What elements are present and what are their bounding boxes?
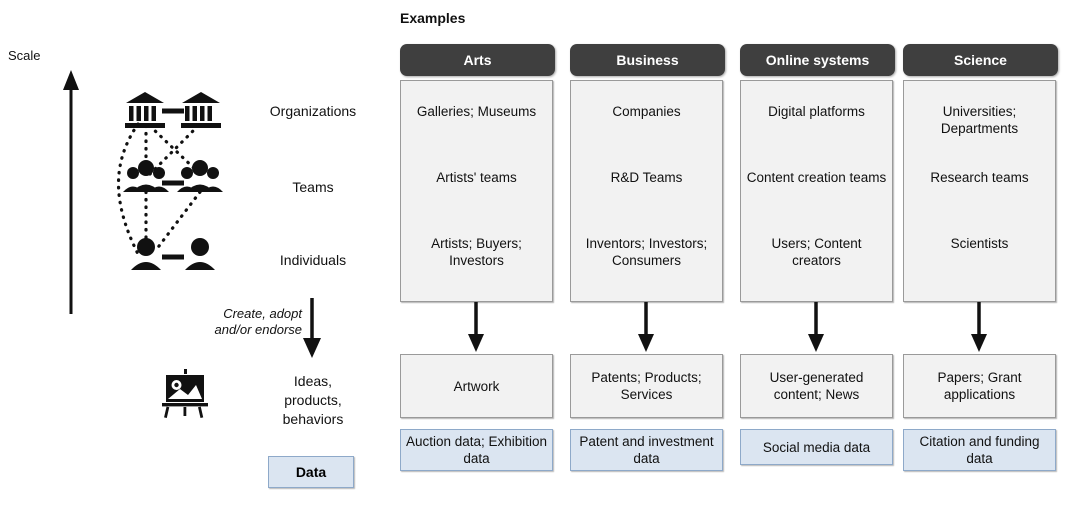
data-box-arts: Auction data; Exhibition data <box>400 429 553 471</box>
data-legend-box: Data <box>268 456 354 488</box>
cell-teams: R&D Teams <box>610 170 683 185</box>
cell-organizations: Galleries; Museums <box>416 104 537 119</box>
column-connector-arts <box>400 302 553 354</box>
output-box-arts: Artwork <box>400 354 553 418</box>
scale-axis-label: Scale <box>8 48 41 63</box>
column-header-business[interactable]: Business <box>570 44 725 76</box>
column-connector-science <box>903 302 1056 354</box>
cell-teams: Content creation teams <box>746 170 887 185</box>
column-body-online-systems: Digital platforms Content creation teams… <box>740 80 893 302</box>
column-connector-online-systems <box>740 302 893 354</box>
easel-picture-icon <box>162 369 208 419</box>
example-column-business: Business Companies R&D Teams Inventors; … <box>570 44 725 471</box>
multilevel-network-diagram <box>117 92 223 270</box>
outcome-line-3: behaviors <box>282 411 344 427</box>
outcome-line-1: Ideas, <box>293 373 333 389</box>
cell-teams: Artists' teams <box>436 170 517 185</box>
single-person-icon <box>185 238 215 270</box>
data-box-online-systems: Social media data <box>740 429 893 465</box>
row-label-individuals: Individuals <box>279 252 347 268</box>
create-adopt-line-1: Create, adopt <box>223 306 302 321</box>
cell-organizations: Universities; Departments <box>940 104 1019 136</box>
column-body-science: Universities; Departments Research teams… <box>903 80 1056 302</box>
column-connector-business <box>570 302 723 354</box>
output-box-online-systems: User-generated content; News <box>740 354 893 418</box>
output-box-science: Papers; Grant applications <box>903 354 1056 418</box>
bank-institution-icon <box>181 92 221 128</box>
cell-individuals: Scientists <box>950 236 1009 251</box>
group-of-people-icon <box>123 160 169 192</box>
output-box-business: Patents; Products; Services <box>570 354 723 418</box>
cell-individuals: Users; Content creators <box>771 236 862 268</box>
bank-institution-icon <box>125 92 165 128</box>
cell-organizations: Digital platforms <box>768 104 865 119</box>
downward-flow-arrow-icon <box>303 298 321 358</box>
outcome-label: Ideas, products, behaviors <box>245 372 381 429</box>
outcome-line-2: products, <box>284 392 342 408</box>
create-adopt-line-2: and/or endorse <box>214 322 302 337</box>
example-column-science: Science Universities; Departments Resear… <box>903 44 1058 471</box>
cell-organizations: Companies <box>612 104 681 119</box>
row-label-organizations: Organizations <box>269 103 357 119</box>
cell-individuals: Inventors; Investors; Consumers <box>585 236 708 268</box>
column-body-business: Companies R&D Teams Inventors; Investors… <box>570 80 723 302</box>
example-column-online-systems: Online systems Digital platforms Content… <box>740 44 895 465</box>
column-header-online-systems[interactable]: Online systems <box>740 44 895 76</box>
column-header-arts[interactable]: Arts <box>400 44 555 76</box>
column-body-arts: Galleries; Museums Artists' teams Artist… <box>400 80 553 302</box>
single-person-icon <box>131 238 161 270</box>
row-label-teams: Teams <box>292 179 334 195</box>
data-box-business: Patent and investment data <box>570 429 723 471</box>
create-adopt-endorse-label: Create, adopt and/or endorse <box>192 306 302 338</box>
examples-section-title: Examples <box>400 10 466 26</box>
cell-individuals: Artists; Buyers; Investors <box>431 236 522 268</box>
cell-teams: Research teams <box>930 170 1029 185</box>
group-of-people-icon <box>177 160 223 192</box>
scale-up-arrow-icon <box>63 70 79 314</box>
example-column-arts: Arts Galleries; Museums Artists' teams A… <box>400 44 555 471</box>
data-box-science: Citation and funding data <box>903 429 1056 471</box>
column-header-science[interactable]: Science <box>903 44 1058 76</box>
